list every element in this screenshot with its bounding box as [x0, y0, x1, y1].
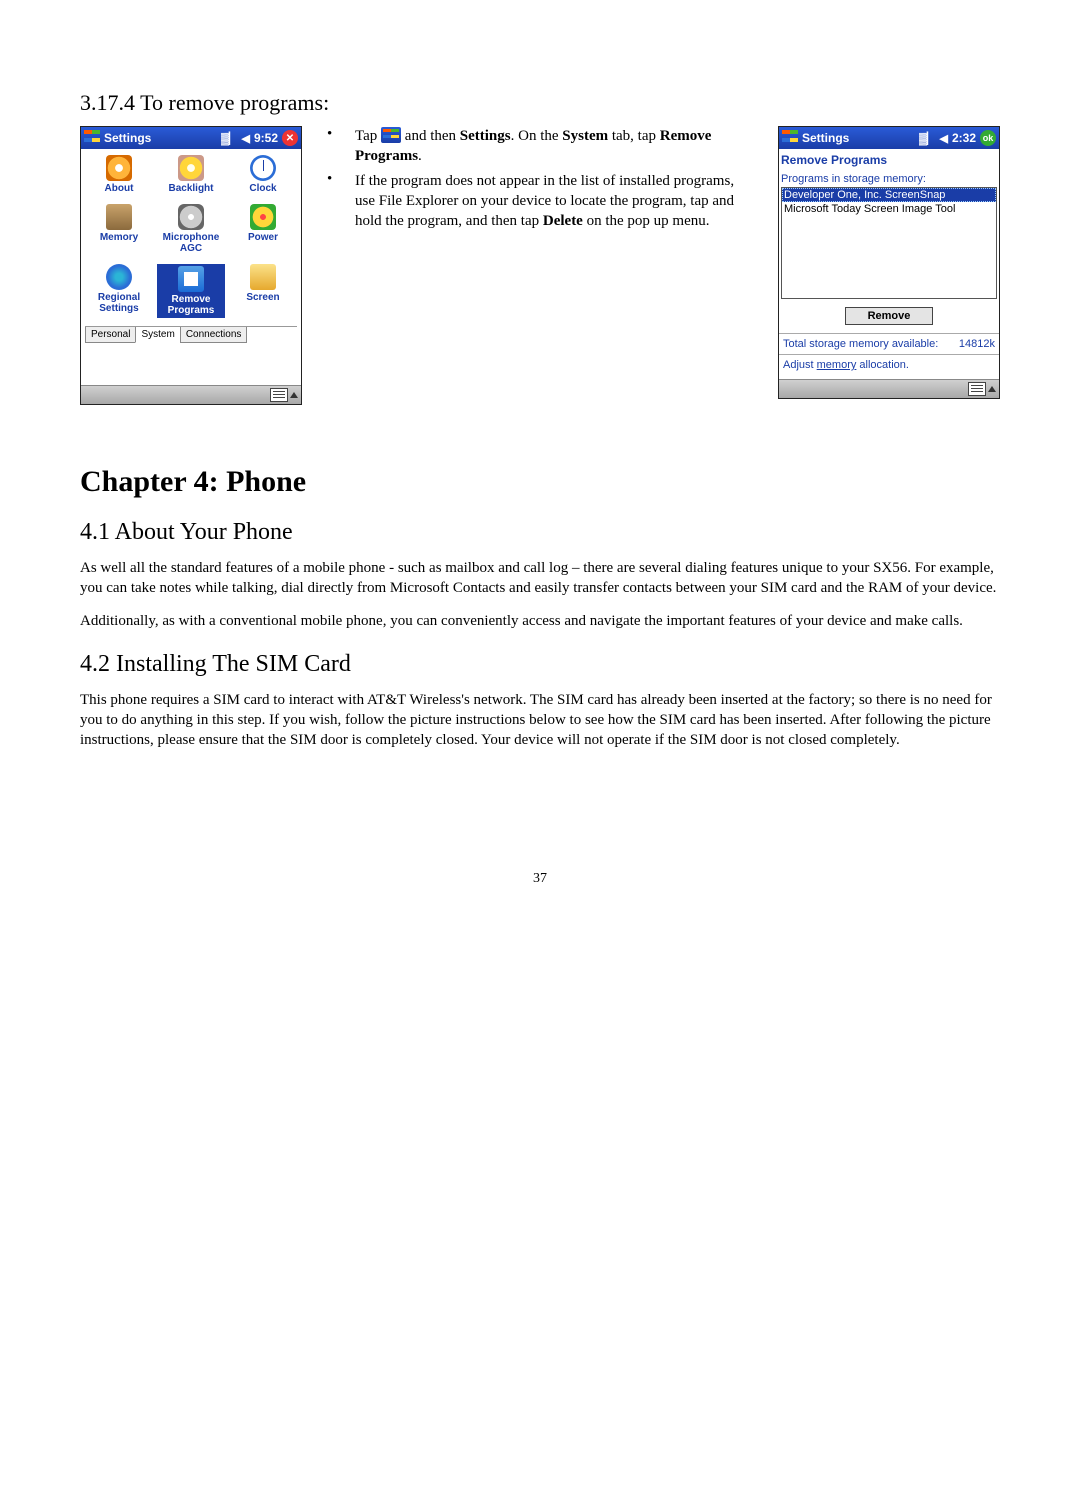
bullet-dot: • [327, 126, 337, 167]
window-title: Settings [104, 131, 151, 145]
remove-programs-icon [178, 266, 204, 292]
icon-label: About [85, 183, 153, 194]
close-button[interactable]: ✕ [282, 130, 298, 146]
bullet-dot: • [327, 171, 337, 232]
remove-programs-item[interactable]: Remove Programs [157, 264, 225, 318]
backlight-icon [178, 155, 204, 181]
remove-button[interactable]: Remove [845, 307, 934, 325]
screen-icon [250, 264, 276, 290]
start-flag-icon[interactable] [84, 130, 100, 146]
signal-icon: ▓▏ [919, 132, 935, 145]
page-number: 37 [80, 871, 1000, 887]
microphone-item[interactable]: Microphone AGC [157, 204, 225, 254]
icon-label: Remove Programs [157, 294, 225, 316]
power-item[interactable]: Power [229, 204, 297, 254]
memory-item[interactable]: Memory [85, 204, 153, 254]
ok-button[interactable]: ok [980, 130, 996, 146]
icon-label: Memory [85, 232, 153, 243]
remove-programs-screenshot: Settings ▓▏ ◀ 2:32 ok Remove Programs Pr… [778, 126, 1000, 399]
about-item[interactable]: About [85, 155, 153, 194]
section-4-1-para-1: As well all the standard features of a m… [80, 558, 1000, 599]
settings-system-screenshot: Settings ▓▏ ◀ 9:52 ✕ About Backlight Clock… [80, 126, 302, 405]
settings-icon-grid: About Backlight Clock Memory Microphone AGC P… [85, 155, 297, 318]
memory-link[interactable]: memory [817, 359, 857, 371]
titlebar-time: 9:52 [254, 131, 278, 145]
total-storage-value: 14812k [959, 338, 995, 350]
settings-tabs: PersonalSystemConnections [85, 326, 297, 343]
memory-icon [106, 204, 132, 230]
icon-label: Power [229, 232, 297, 243]
programs-listbox[interactable]: Developer One, Inc. ScreenSnapMicrosoft … [781, 187, 997, 299]
titlebar-time: 2:32 [952, 131, 976, 145]
remove-programs-heading: Remove Programs [779, 149, 999, 173]
clock-icon [250, 155, 276, 181]
programs-list-label: Programs in storage memory: [779, 173, 999, 187]
sip-up-arrow-icon[interactable] [290, 392, 298, 398]
list-item[interactable]: Developer One, Inc. ScreenSnap [782, 188, 996, 202]
power-icon [250, 204, 276, 230]
icon-label: Regional Settings [85, 292, 153, 314]
chapter-title: Chapter 4: Phone [80, 465, 1000, 499]
tab-system[interactable]: System [135, 327, 180, 343]
bullet-2: If the program does not appear in the li… [355, 171, 753, 232]
section-heading: 3.17.4 To remove programs: [80, 90, 1000, 116]
section-4-1-para-2: Additionally, as with a conventional mob… [80, 611, 1000, 631]
sip-bar [779, 379, 999, 398]
screen-item[interactable]: Screen [229, 264, 297, 318]
top-content-row: Settings ▓▏ ◀ 9:52 ✕ About Backlight Clock… [80, 126, 1000, 405]
section-4-2-para-1: This phone requires a SIM card to intera… [80, 690, 1000, 751]
keyboard-icon[interactable] [968, 382, 986, 396]
backlight-item[interactable]: Backlight [157, 155, 225, 194]
icon-label: Backlight [157, 183, 225, 194]
about-icon [106, 155, 132, 181]
speaker-icon: ◀ [940, 132, 948, 145]
window-title: Settings [802, 131, 849, 145]
start-flag-icon [381, 127, 401, 143]
titlebar: Settings ▓▏ ◀ 9:52 ✕ [81, 127, 301, 149]
microphone-icon [178, 204, 204, 230]
icon-label: Microphone AGC [157, 232, 225, 254]
section-4-2-title: 4.2 Installing The SIM Card [80, 651, 1000, 678]
titlebar: Settings ▓▏ ◀ 2:32 ok [779, 127, 999, 149]
bullet-1: Tap and then Settings. On the System tab… [355, 126, 753, 167]
total-storage-label: Total storage memory available: [783, 338, 938, 350]
regional-icon [106, 264, 132, 290]
icon-label: Screen [229, 292, 297, 303]
tab-personal[interactable]: Personal [85, 327, 136, 343]
icon-label: Clock [229, 183, 297, 194]
sip-bar [81, 385, 301, 404]
adjust-memory-line: Adjust memory allocation. [779, 359, 999, 375]
list-item[interactable]: Microsoft Today Screen Image Tool [782, 202, 996, 216]
instruction-bullets: • Tap and then Settings. On the System t… [327, 126, 753, 235]
clock-item[interactable]: Clock [229, 155, 297, 194]
signal-icon: ▓▏ [221, 132, 237, 145]
tab-connections[interactable]: Connections [180, 327, 248, 343]
section-4-1-title: 4.1 About Your Phone [80, 519, 1000, 546]
speaker-icon: ◀ [242, 132, 250, 145]
sip-up-arrow-icon[interactable] [988, 386, 996, 392]
keyboard-icon[interactable] [270, 388, 288, 402]
start-flag-icon[interactable] [782, 130, 798, 146]
regional-item[interactable]: Regional Settings [85, 264, 153, 318]
